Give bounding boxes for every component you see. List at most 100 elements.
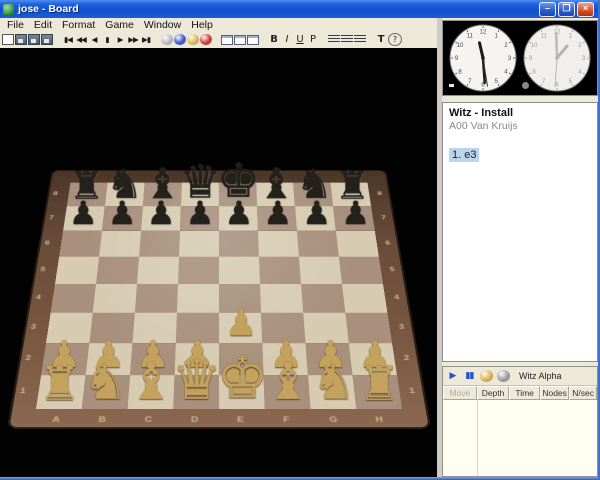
square-e3[interactable]: ♟ (218, 303, 262, 345)
plain-text-icon[interactable]: P (307, 33, 319, 46)
square-d7[interactable]: ♟ (179, 194, 219, 232)
analyze-icon[interactable] (187, 34, 199, 45)
piece-white-king-e1[interactable]: ♚ (215, 345, 267, 412)
square-e5[interactable] (218, 256, 260, 284)
minimize-button[interactable]: – (539, 1, 556, 17)
menu-item-format[interactable]: Format (57, 19, 100, 31)
square-h7[interactable]: ♟ (332, 194, 375, 232)
engine-analyze-button[interactable] (480, 370, 493, 382)
save-icon[interactable] (28, 34, 40, 45)
square-a7[interactable]: ♟ (62, 194, 105, 232)
square-d1[interactable]: ♛ (171, 347, 221, 412)
square-g5[interactable] (298, 256, 342, 284)
fast-forward-icon[interactable]: ▶▶ (127, 33, 139, 46)
align-center-icon[interactable] (341, 35, 353, 44)
font-size-icon[interactable]: T (375, 33, 387, 46)
piece-black-pawn-a7[interactable]: ♟ (68, 194, 97, 232)
engine-go-button[interactable]: ▶ (446, 369, 459, 383)
square-c6[interactable] (138, 230, 180, 257)
square-f5[interactable] (258, 256, 301, 284)
piece-white-bishop-f1[interactable]: ♝ (264, 351, 310, 411)
square-b5[interactable] (95, 256, 139, 284)
notation-panel-icon[interactable] (234, 34, 246, 45)
title-bar[interactable]: jose - Board – ❐ × (0, 0, 598, 18)
menu-item-game[interactable]: Game (100, 19, 139, 31)
piece-white-rook-h1[interactable]: ♜ (357, 356, 399, 411)
square-d5[interactable] (177, 256, 219, 284)
engine-move-icon[interactable] (174, 34, 186, 45)
square-a5[interactable] (54, 256, 99, 284)
first-move-icon[interactable]: ▮◀ (62, 33, 74, 46)
square-e7[interactable]: ♟ (218, 194, 258, 232)
last-move-icon[interactable]: ▶▮ (140, 33, 152, 46)
piece-white-queen-d1[interactable]: ♛ (171, 347, 221, 412)
square-a1[interactable]: ♜ (35, 356, 86, 411)
stop-icon[interactable] (200, 34, 212, 45)
square-b4[interactable] (92, 283, 137, 313)
menu-item-edit[interactable]: Edit (29, 19, 57, 31)
square-h6[interactable] (335, 230, 379, 257)
piece-black-pawn-e7[interactable]: ♟ (223, 194, 252, 232)
square-b1[interactable]: ♞ (81, 354, 130, 411)
square-c7[interactable]: ♟ (140, 194, 181, 232)
square-f7[interactable]: ♟ (256, 194, 297, 232)
piece-black-pawn-g7[interactable]: ♟ (301, 194, 330, 232)
notation-panel[interactable]: Witz - Install A00 Van Kruijs 1. e3 (442, 102, 598, 362)
square-f6[interactable] (257, 230, 299, 257)
save-as-icon[interactable] (41, 34, 53, 45)
square-c1[interactable]: ♝ (126, 351, 175, 411)
next-move-icon[interactable]: ▶ (114, 33, 126, 46)
square-h5[interactable] (338, 256, 383, 284)
italic-icon[interactable]: I (281, 33, 293, 46)
piece-white-knight-g1[interactable]: ♞ (311, 354, 355, 411)
menu-item-window[interactable]: Window (139, 19, 186, 31)
align-right-icon[interactable] (354, 35, 366, 44)
board-panel-icon[interactable] (221, 34, 233, 45)
engine-settings-button[interactable] (497, 370, 510, 382)
square-b6[interactable] (98, 230, 141, 257)
square-g1[interactable]: ♞ (307, 354, 356, 411)
square-c5[interactable] (136, 256, 179, 284)
piece-black-pawn-f7[interactable]: ♟ (262, 194, 291, 232)
square-f4[interactable] (259, 283, 303, 313)
square-e6[interactable] (218, 230, 259, 257)
piece-white-bishop-c1[interactable]: ♝ (127, 351, 173, 411)
previous-move-icon[interactable]: ◀ (88, 33, 100, 46)
piece-black-pawn-c7[interactable]: ♟ (146, 194, 175, 232)
piece-white-pawn-e3[interactable]: ♟ (224, 303, 256, 345)
close-button[interactable]: × (577, 1, 594, 17)
move-1e3[interactable]: 1. e3 (449, 148, 480, 162)
square-d6[interactable] (178, 230, 219, 257)
engine-pause-button[interactable]: ▮▮ (463, 369, 476, 383)
open-icon[interactable] (15, 34, 27, 45)
maximize-button[interactable]: ❐ (558, 1, 575, 17)
square-g4[interactable] (300, 283, 345, 313)
square-b7[interactable]: ♟ (101, 194, 143, 232)
menu-item-file[interactable]: File (2, 19, 29, 31)
hint-icon[interactable] (161, 34, 173, 45)
square-e1[interactable]: ♚ (215, 345, 267, 412)
pause-icon[interactable]: ▮ (101, 33, 113, 46)
new-document-icon[interactable] (2, 34, 14, 45)
piece-white-knight-b1[interactable]: ♞ (82, 354, 126, 411)
bold-icon[interactable]: B (268, 33, 280, 46)
vertical-splitter[interactable] (437, 18, 442, 477)
square-g6[interactable] (296, 230, 339, 257)
square-h1[interactable]: ♜ (351, 356, 402, 411)
square-g7[interactable]: ♟ (294, 194, 336, 232)
help-icon[interactable]: ? (388, 33, 402, 46)
piece-white-rook-a1[interactable]: ♜ (38, 356, 80, 411)
square-h4[interactable] (341, 283, 387, 313)
align-left-icon[interactable] (328, 35, 340, 44)
engine-panel-icon[interactable] (247, 34, 259, 45)
square-d4[interactable] (176, 283, 219, 313)
underline-icon[interactable]: U (294, 33, 306, 46)
menu-item-help[interactable]: Help (186, 19, 218, 31)
board-grid[interactable]: ♜ ♞ ♝ ♛ ♚ ♝ ♞ ♜ ♟ ♟ ♟ ♟ ♟ ♟ ♟ ♟ ♟ ♟ ♟ ♟ ♟ ♟ ♟ ♟ ♜ ♞ ♝ ♛ ♚ ♝ ♞ ♜ (35, 153, 402, 412)
piece-black-pawn-d7[interactable]: ♟ (185, 194, 214, 232)
piece-black-pawn-h7[interactable]: ♟ (340, 194, 369, 232)
square-c4[interactable] (134, 283, 178, 313)
square-a4[interactable] (50, 283, 96, 313)
fast-backward-icon[interactable]: ◀◀ (75, 33, 87, 46)
square-f1[interactable]: ♝ (262, 351, 311, 411)
